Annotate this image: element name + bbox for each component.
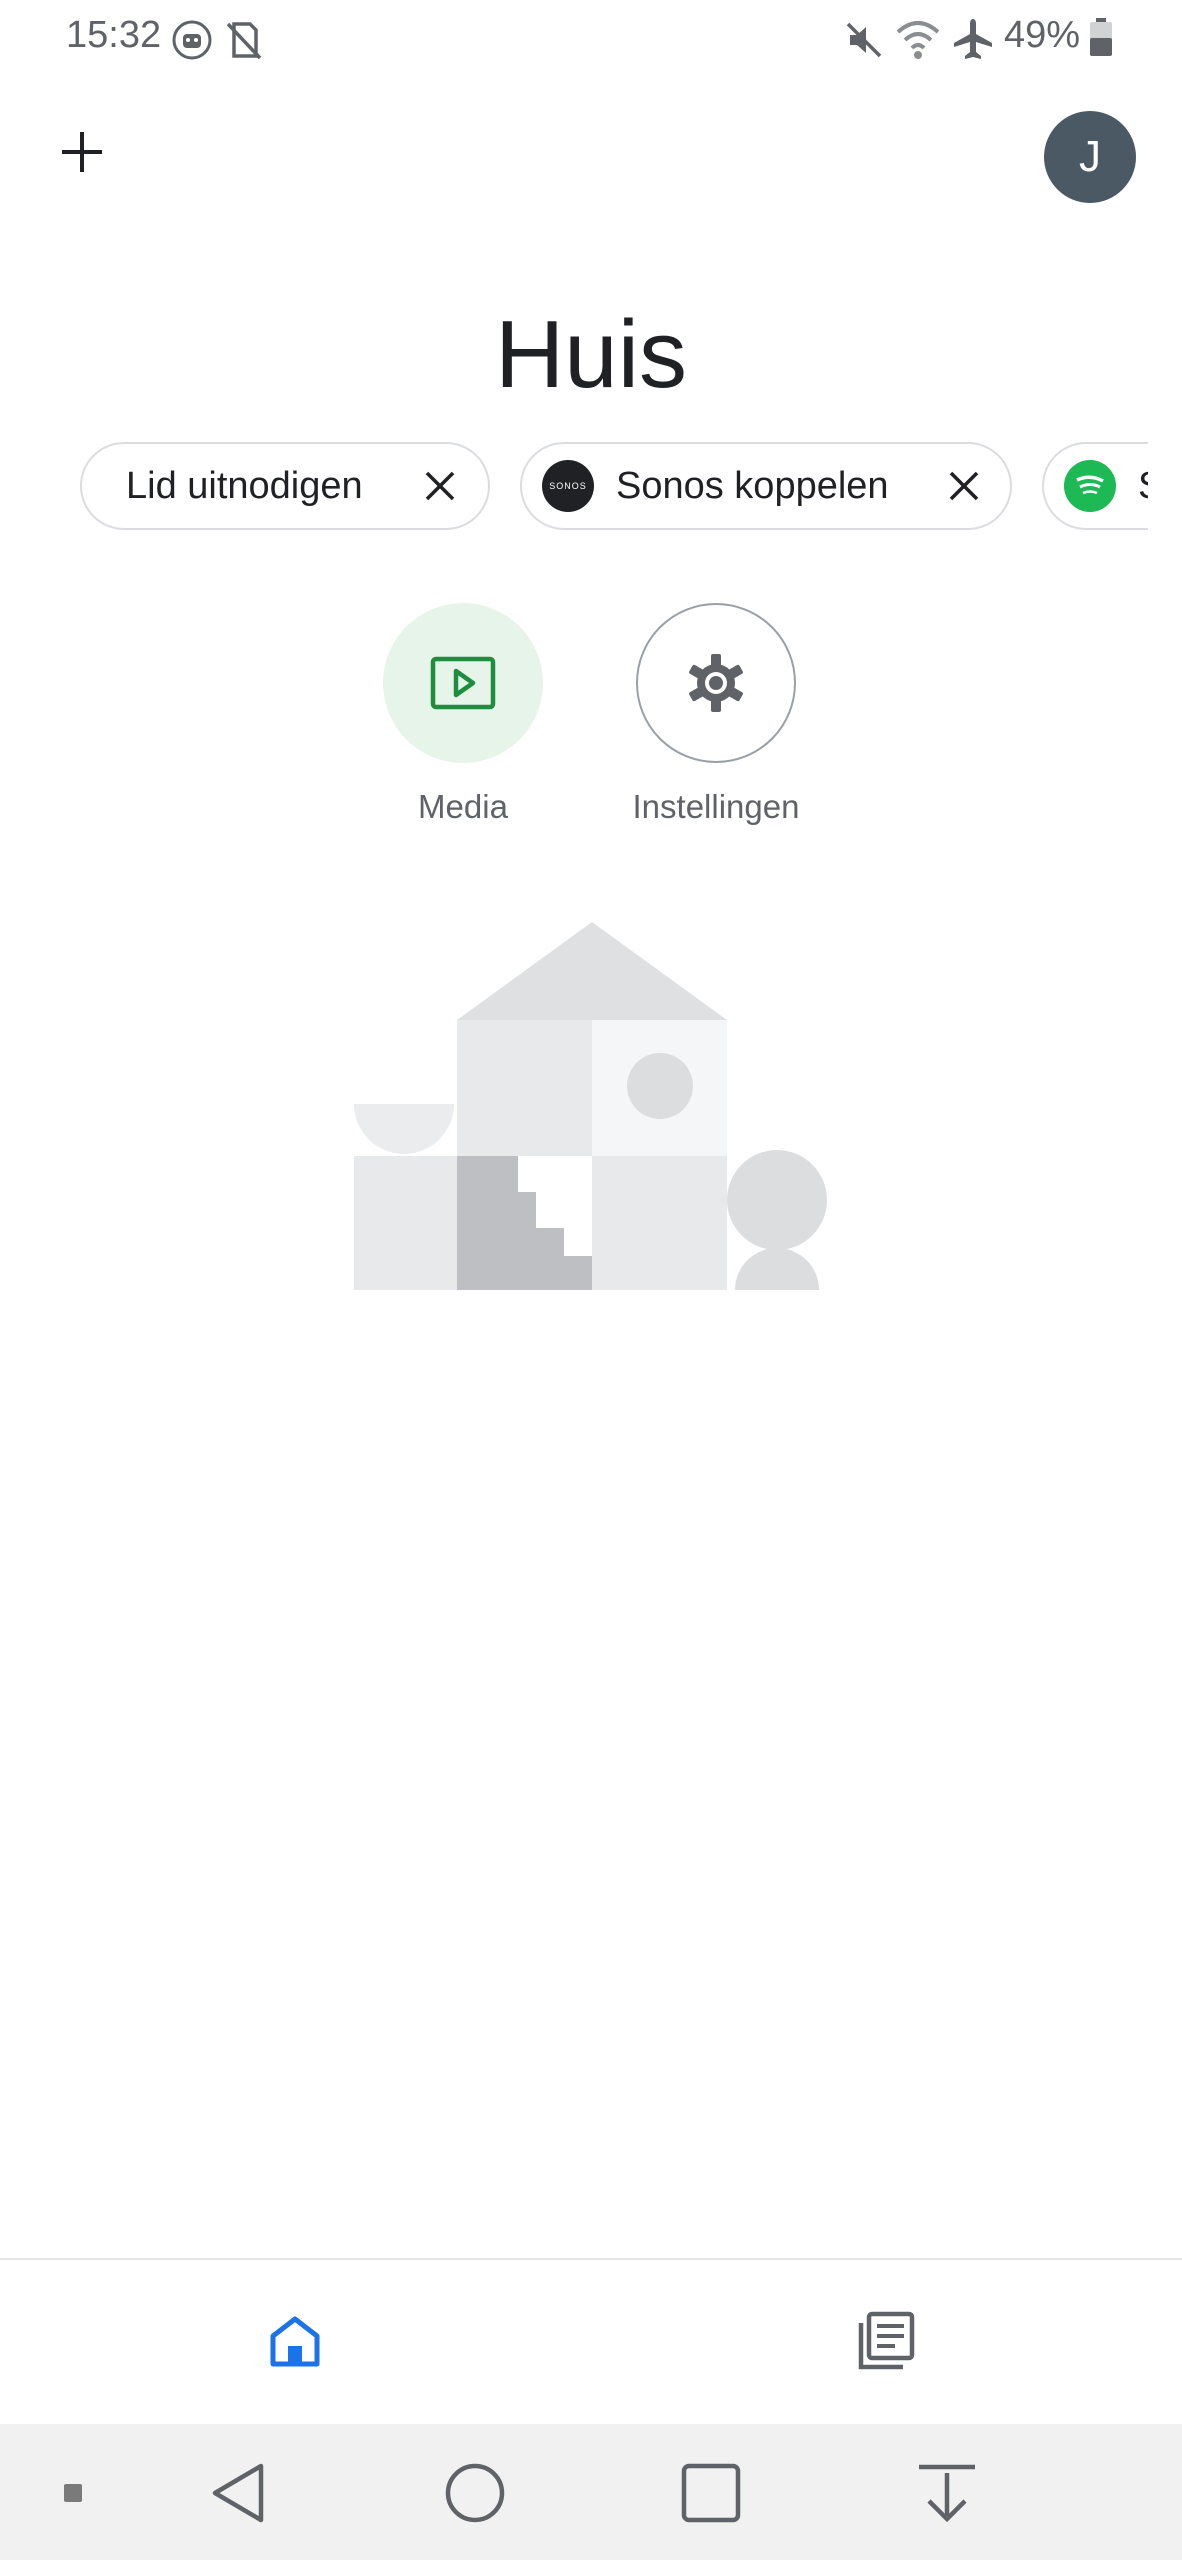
bottom-nav-divider	[0, 2258, 1182, 2260]
media-button[interactable]	[383, 603, 543, 763]
chip-label: Sonos koppelen	[616, 464, 889, 507]
home-icon	[270, 2316, 320, 2367]
home-circle-icon	[445, 2463, 505, 2523]
sys-notifications-button[interactable]	[912, 2458, 982, 2528]
sys-recents-button[interactable]	[676, 2458, 746, 2528]
suggestion-chips: Lid uitnodigen SONOS Sonos koppelen S	[80, 442, 1148, 534]
sys-back-button[interactable]	[204, 2458, 274, 2528]
settings-label: Instellingen	[632, 788, 800, 825]
sys-menu-button[interactable]	[38, 2458, 108, 2528]
close-icon[interactable]	[942, 464, 986, 508]
android-debug-icon	[170, 18, 214, 67]
account-avatar[interactable]: J	[1044, 111, 1136, 203]
home-title: Huis	[494, 301, 688, 408]
system-nav-bar	[0, 2424, 1182, 2560]
close-icon[interactable]	[418, 464, 462, 508]
settings-button[interactable]	[636, 603, 796, 763]
chip-spotify[interactable]: S	[1042, 442, 1148, 530]
chip-link-sonos[interactable]: SONOS Sonos koppelen	[520, 442, 1012, 530]
status-bar: 15:32 49%	[0, 0, 1182, 80]
square-dot-icon	[64, 2484, 82, 2502]
spotify-logo	[1064, 460, 1116, 512]
no-sim-icon	[222, 18, 266, 67]
chip-invite-member[interactable]: Lid uitnodigen	[80, 442, 490, 530]
plus-icon	[62, 132, 102, 172]
settings-circle	[636, 603, 796, 763]
nav-home[interactable]	[262, 2308, 328, 2374]
wifi-icon	[894, 16, 942, 67]
play-box-icon	[430, 656, 496, 710]
arrow-down-to-line-icon	[919, 2464, 975, 2523]
chip-label: Lid uitnodigen	[126, 464, 363, 507]
sonos-logo: SONOS	[542, 460, 594, 512]
add-button[interactable]	[50, 120, 114, 184]
mute-icon	[842, 18, 886, 67]
gear-icon	[689, 654, 743, 712]
sys-home-button[interactable]	[440, 2458, 510, 2528]
chip-label: S	[1138, 465, 1148, 508]
status-time: 15:32	[66, 14, 162, 56]
back-triangle-icon	[212, 2463, 264, 2523]
media-circle	[383, 603, 543, 763]
empty-home-illustration	[350, 920, 834, 1297]
airplane-mode-icon	[950, 16, 996, 67]
feed-icon	[858, 2311, 915, 2370]
battery-percent: 49%	[1004, 14, 1081, 56]
battery-icon	[1088, 18, 1114, 63]
recents-square-icon	[681, 2463, 741, 2523]
nav-feed[interactable]	[852, 2308, 918, 2374]
